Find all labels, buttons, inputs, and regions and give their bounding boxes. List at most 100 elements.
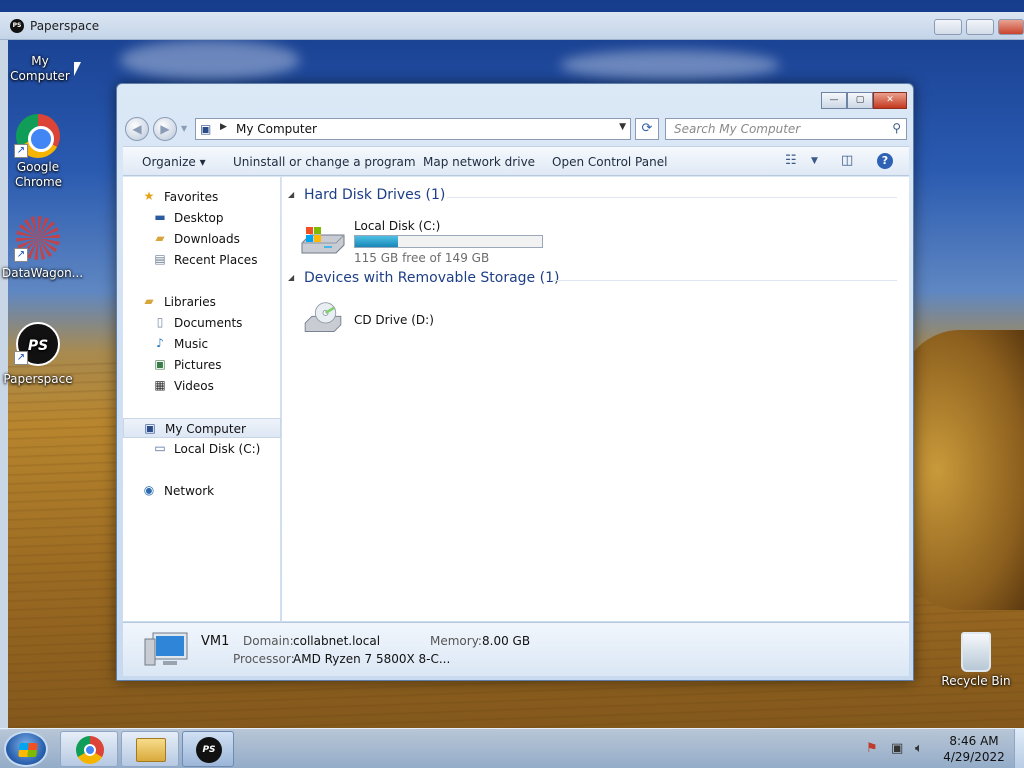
search-placeholder: Search My Computer: [674, 122, 801, 136]
change-view-icon[interactable]: ☷: [785, 153, 797, 168]
breadcrumb-separator-icon[interactable]: ▶: [220, 122, 227, 132]
paperspace-maximize-button[interactable]: [966, 19, 994, 35]
open-control-panel-button[interactable]: Open Control Panel: [552, 155, 667, 169]
volume-icon[interactable]: 🔈︎: [915, 741, 923, 756]
desktop-icon-datawagon[interactable]: DataWagon...: [2, 216, 83, 281]
domain-value: collabnet.local: [293, 634, 381, 648]
computer-icon: [144, 632, 188, 666]
memory-value: 8.00 GB: [482, 634, 531, 648]
navigation-pane: ★ Favorites ▬ Desktop ▰ Downloads ▤ Rece…: [123, 177, 281, 621]
taskbar-paperspace[interactable]: PS: [182, 731, 234, 767]
domain-label: Domain:: [243, 634, 294, 648]
close-button[interactable]: ✕: [873, 92, 907, 109]
nav-label: Pictures: [174, 358, 222, 372]
desktop-icon-google-chrome[interactable]: Google Chrome: [2, 114, 74, 190]
start-button[interactable]: [4, 731, 48, 767]
drive-name: CD Drive (D:): [354, 313, 434, 327]
taskbar-explorer[interactable]: [121, 731, 179, 767]
nav-item-desktop[interactable]: ▬ Desktop: [123, 208, 281, 228]
action-center-flag-icon[interactable]: ⚑: [866, 741, 878, 756]
nav-label: Downloads: [174, 232, 240, 246]
recycle-bin-icon: [961, 632, 991, 672]
desktop-icon-label: Google Chrome: [15, 160, 63, 189]
search-icon[interactable]: ⚲: [892, 121, 901, 135]
group-header-removable[interactable]: Devices with Removable Storage (1): [304, 270, 559, 286]
nav-item-my-computer[interactable]: ▣ My Computer: [123, 418, 281, 438]
computer-icon: ▣: [200, 122, 212, 136]
nav-label: Local Disk (C:): [174, 442, 261, 456]
organize-menu[interactable]: Organize ▾: [142, 155, 206, 169]
nav-item-favorites[interactable]: ★ Favorites: [123, 187, 281, 207]
nav-item-network[interactable]: ◉ Network: [123, 481, 281, 501]
map-network-drive-button[interactable]: Map network drive: [423, 155, 535, 169]
desktop-icon-label: Recycle Bin: [941, 674, 1011, 688]
nav-item-music[interactable]: ♪ Music: [123, 334, 281, 354]
group-header-hard-disks[interactable]: Hard Disk Drives (1): [304, 187, 445, 203]
breadcrumb[interactable]: My Computer: [236, 122, 317, 136]
folder-icon: [136, 738, 166, 762]
system-clock[interactable]: 8:46 AM 4/29/2022: [942, 733, 1006, 765]
chrome-icon: [76, 736, 104, 764]
preview-pane-icon[interactable]: ◫: [841, 153, 853, 168]
refresh-button[interactable]: ⟳: [635, 118, 659, 140]
nav-item-local-disk[interactable]: ▭ Local Disk (C:): [123, 439, 281, 459]
downloads-folder-icon: ▰: [155, 231, 165, 245]
paperspace-titlebar[interactable]: [0, 12, 1024, 40]
desktop-icon-label: My Computer: [10, 54, 70, 83]
network-status-icon[interactable]: ▣: [891, 741, 903, 756]
clock-time: 8:46 AM: [949, 734, 999, 748]
content-pane: ◢ Hard Disk Drives (1) Local Disk (C:) 1…: [282, 177, 909, 621]
network-icon: ◉: [143, 483, 155, 497]
minimize-button[interactable]: —: [821, 92, 847, 109]
nav-item-documents[interactable]: ▯ Documents: [123, 313, 281, 333]
navigation-bar: ◀ ▶ ▼ ▣ ▶ My Computer ▼ ⟳ Search My Comp…: [125, 117, 907, 141]
address-bar[interactable]: ▣ ▶ My Computer ▼: [195, 118, 631, 140]
shortcut-arrow-icon: ↗: [14, 248, 28, 262]
paperspace-icon: PS: [196, 737, 222, 763]
nav-item-pictures[interactable]: ▣ Pictures: [123, 355, 281, 375]
nav-label: Libraries: [164, 295, 216, 309]
nav-label: My Computer: [165, 422, 246, 436]
drive-item-cd-drive[interactable]: CD Drive (D:): [298, 299, 498, 345]
forward-button[interactable]: ▶: [153, 117, 177, 141]
view-dropdown-icon[interactable]: ▼: [811, 156, 818, 166]
nav-item-recent-places[interactable]: ▤ Recent Places: [123, 250, 281, 270]
desktop-icon-recycle-bin[interactable]: Recycle Bin: [940, 632, 1012, 689]
desktop-icon: ▬: [154, 210, 166, 224]
group-divider: [550, 280, 897, 281]
search-input[interactable]: Search My Computer ⚲: [665, 118, 907, 140]
hard-drive-icon: [301, 227, 345, 254]
nav-item-downloads[interactable]: ▰ Downloads: [123, 229, 281, 249]
chrome-center-icon: [84, 744, 96, 756]
processor-label: Processor:: [233, 652, 295, 666]
back-button[interactable]: ◀: [125, 117, 149, 141]
cd-drive-icon: [304, 302, 342, 333]
nav-label: Recent Places: [174, 253, 258, 267]
nav-item-videos[interactable]: ▦ Videos: [123, 376, 281, 396]
address-dropdown-icon[interactable]: ▼: [619, 122, 626, 132]
drive-free-space: 115 GB free of 149 GB: [354, 251, 490, 265]
collapse-arrow-icon[interactable]: ◢: [288, 190, 294, 199]
drive-item-local-disk[interactable]: Local Disk (C:) 115 GB free of 149 GB: [298, 217, 588, 265]
maximize-button[interactable]: ▢: [847, 92, 873, 109]
nav-item-libraries[interactable]: ▰ Libraries: [123, 292, 281, 312]
paperspace-minimize-button[interactable]: [934, 19, 962, 35]
organize-label: Organize: [142, 155, 196, 169]
memory-label: Memory:: [430, 634, 482, 648]
recent-pages-dropdown-icon[interactable]: ▼: [181, 124, 187, 133]
shortcut-arrow-icon: ↗: [14, 351, 28, 365]
command-bar: Organize ▾ Uninstall or change a program…: [123, 146, 909, 176]
paperspace-close-button[interactable]: [998, 19, 1024, 35]
collapse-arrow-icon[interactable]: ◢: [288, 273, 294, 282]
desktop-icon-my-computer[interactable]: My Computer: [4, 44, 76, 84]
videos-icon: ▦: [154, 378, 166, 392]
nav-label: Documents: [174, 316, 243, 330]
computer-name: VM1: [201, 634, 230, 649]
shortcut-arrow-icon: ↗: [14, 144, 28, 158]
taskbar-chrome[interactable]: [60, 731, 118, 767]
help-icon[interactable]: ?: [877, 153, 893, 169]
desktop-icon-paperspace[interactable]: PS Paperspace: [2, 322, 74, 387]
music-icon: ♪: [156, 336, 164, 350]
show-desktop-button[interactable]: [1014, 729, 1024, 768]
uninstall-program-button[interactable]: Uninstall or change a program: [233, 155, 416, 169]
